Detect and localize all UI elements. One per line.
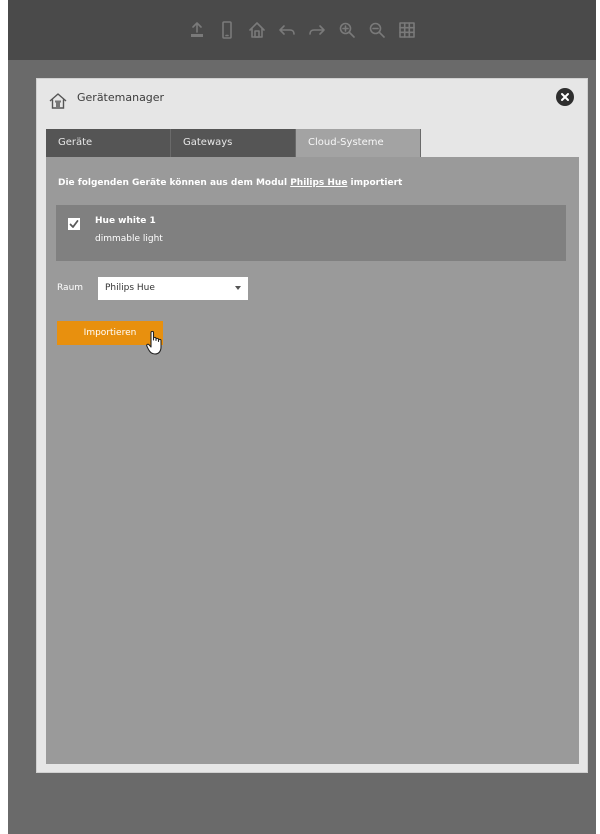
room-select-value: Philips Hue bbox=[105, 283, 155, 293]
grid-button[interactable] bbox=[394, 17, 420, 43]
tab-gateways[interactable]: Gateways bbox=[171, 129, 296, 157]
home-icon bbox=[249, 22, 265, 38]
grid-icon bbox=[399, 22, 415, 38]
tab-devices[interactable]: Geräte bbox=[46, 129, 171, 157]
zoom-in-button[interactable] bbox=[334, 17, 360, 43]
device-list-item: Hue white 1 dimmable light bbox=[56, 205, 566, 261]
zoom-in-icon bbox=[339, 22, 355, 38]
module-link[interactable]: Philips Hue bbox=[290, 178, 347, 188]
device-name: Hue white 1 bbox=[95, 216, 156, 226]
top-toolbar bbox=[8, 0, 596, 60]
close-icon bbox=[561, 93, 569, 101]
hand-cursor-icon bbox=[146, 330, 162, 355]
import-intro-text: Die folgenden Geräte können aus dem Modu… bbox=[58, 178, 402, 188]
device-checkbox[interactable] bbox=[68, 218, 80, 230]
room-select[interactable]: Philips Hue bbox=[98, 277, 248, 300]
intro-prefix: Die folgenden Geräte können aus dem Modu… bbox=[58, 178, 291, 188]
redo-icon bbox=[309, 25, 325, 35]
device-type: dimmable light bbox=[95, 234, 163, 244]
home-icon bbox=[49, 93, 67, 109]
device-manager-dialog: Gerätemanager Geräte Gateways Cloud-Syst… bbox=[37, 79, 587, 772]
tab-cloud-systems[interactable]: Cloud-Systeme bbox=[296, 129, 421, 157]
close-button[interactable] bbox=[556, 88, 574, 106]
room-label: Raum bbox=[57, 283, 84, 293]
checkmark-icon bbox=[69, 220, 79, 228]
upload-icon bbox=[191, 22, 203, 37]
dialog-header: Gerätemanager bbox=[37, 79, 587, 129]
mobile-icon bbox=[222, 21, 232, 39]
intro-suffix: importiert bbox=[347, 178, 403, 188]
chevron-down-icon bbox=[235, 286, 241, 290]
upload-button[interactable] bbox=[184, 17, 210, 43]
zoom-out-icon bbox=[369, 22, 385, 38]
undo-button[interactable] bbox=[274, 17, 300, 43]
undo-icon bbox=[279, 25, 295, 35]
dialog-title: Gerätemanager bbox=[77, 91, 165, 104]
zoom-out-button[interactable] bbox=[364, 17, 390, 43]
redo-button[interactable] bbox=[304, 17, 330, 43]
tab-bar: Geräte Gateways Cloud-Systeme bbox=[46, 129, 579, 157]
mobile-preview-button[interactable] bbox=[214, 17, 240, 43]
cloud-systems-panel: Die folgenden Geräte können aus dem Modu… bbox=[46, 157, 579, 764]
home-button[interactable] bbox=[244, 17, 270, 43]
